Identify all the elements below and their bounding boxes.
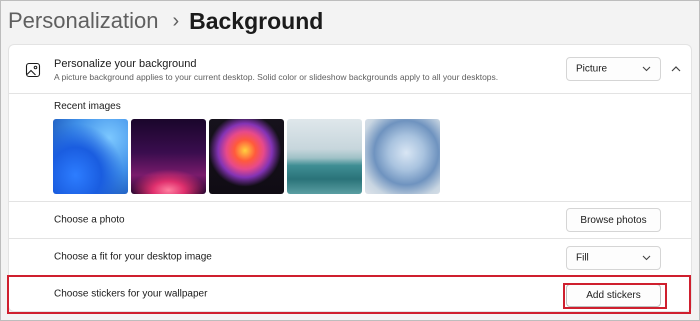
personalize-background-title: Personalize your background	[54, 58, 197, 70]
chevron-down-icon	[642, 255, 651, 261]
chevron-up-icon[interactable]	[669, 62, 683, 76]
add-stickers-button[interactable]: Add stickers	[566, 284, 661, 307]
fit-value: Fill	[576, 252, 589, 264]
choose-fit-row: Choose a fit for your desktop image Fill	[8, 239, 692, 276]
fit-dropdown[interactable]: Fill	[566, 246, 661, 270]
recent-image-lake-sunrise[interactable]	[287, 119, 362, 194]
recent-image-purple-glow[interactable]	[131, 119, 206, 194]
breadcrumb: Personalization › Background	[8, 6, 323, 36]
background-type-dropdown[interactable]: Picture	[566, 57, 661, 81]
recent-images-list	[53, 119, 440, 194]
chevron-down-icon	[642, 66, 651, 72]
recent-image-soft-blue-bloom[interactable]	[365, 119, 440, 194]
choose-stickers-label: Choose stickers for your wallpaper	[54, 288, 208, 299]
background-type-value: Picture	[576, 63, 608, 75]
choose-fit-label: Choose a fit for your desktop image	[54, 251, 212, 263]
page-title: Background	[189, 7, 324, 34]
personalize-background-card: Personalize your background A picture ba…	[8, 44, 692, 94]
choose-photo-row: Choose a photo Browse photos	[8, 202, 692, 239]
recent-image-colorful-ribbon[interactable]	[209, 119, 284, 194]
recent-images-label: Recent images	[54, 101, 121, 112]
choose-photo-label: Choose a photo	[54, 214, 125, 226]
choose-stickers-row: Choose stickers for your wallpaper Add s…	[8, 276, 692, 312]
picture-icon	[25, 62, 41, 78]
recent-images-section: Recent images	[8, 94, 692, 202]
browse-photos-button[interactable]: Browse photos	[566, 208, 661, 232]
recent-image-blue-bloom[interactable]	[53, 119, 128, 194]
breadcrumb-personalization[interactable]: Personalization	[8, 8, 158, 34]
personalize-background-description: A picture background applies to your cur…	[54, 72, 499, 82]
chevron-right-icon: ›	[172, 9, 180, 32]
